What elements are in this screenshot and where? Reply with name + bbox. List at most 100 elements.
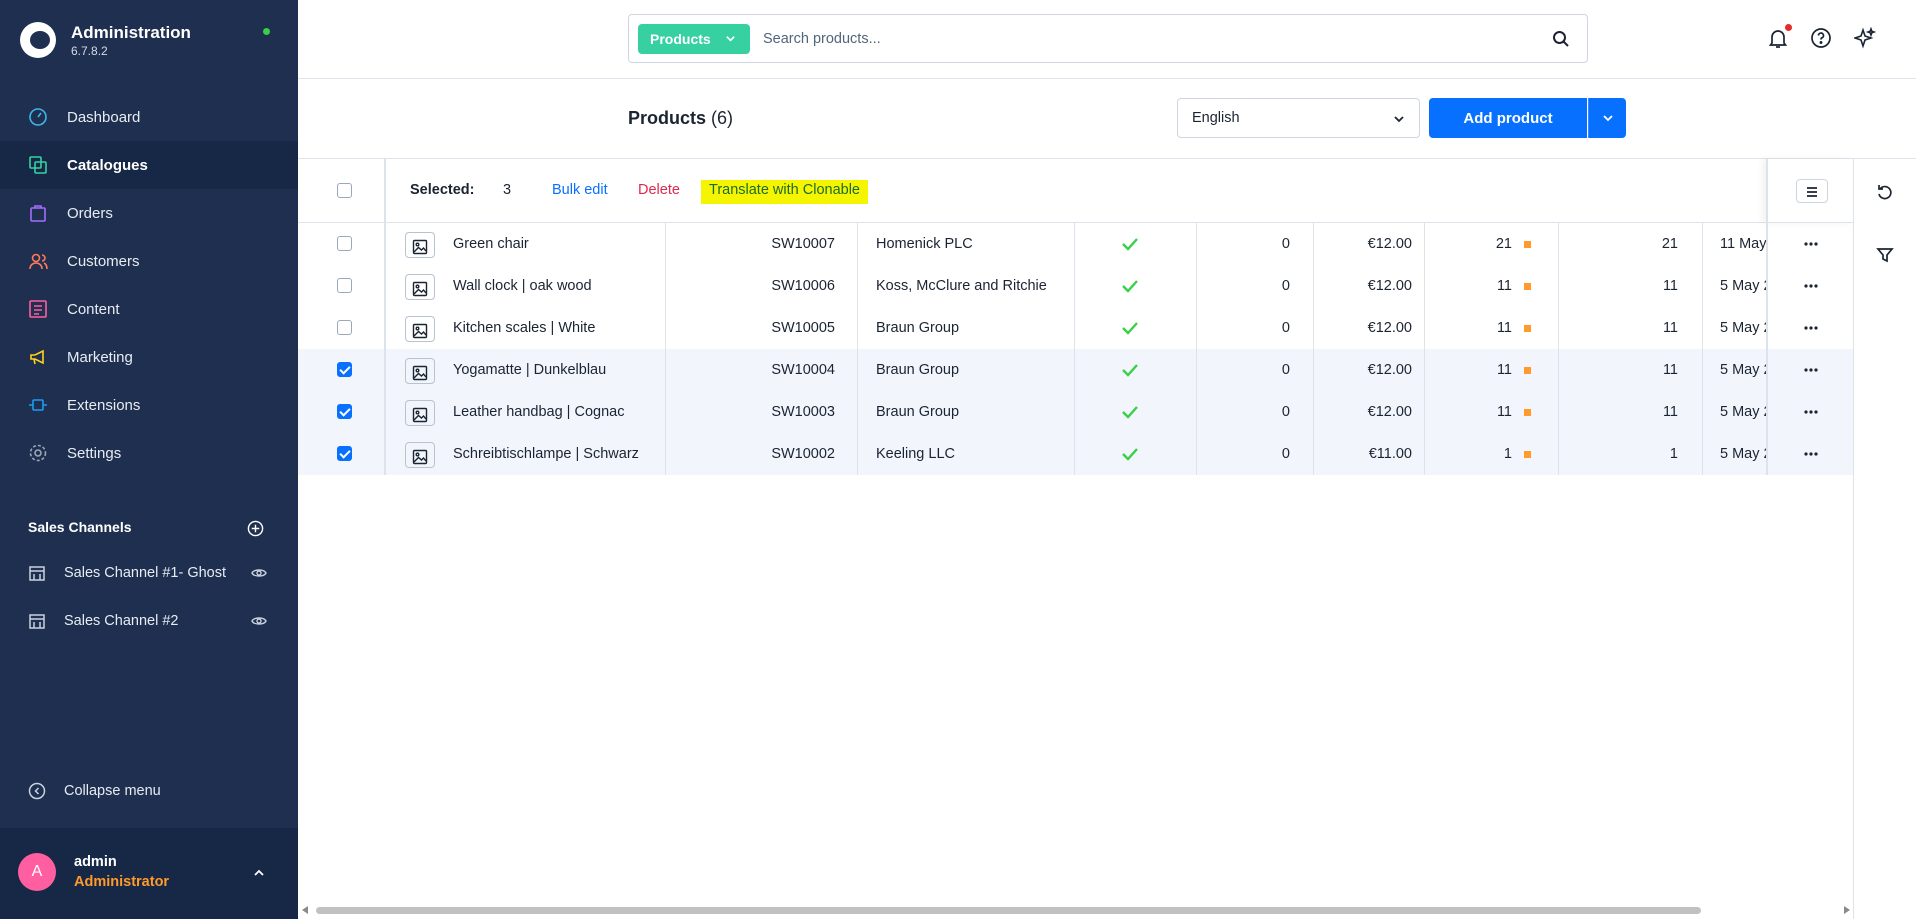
table-row[interactable]: Green chair SW10007 Homenick PLC 0 €12.00 21 2…: [298, 223, 1853, 265]
search-input[interactable]: [763, 24, 1523, 54]
row-select-cell: [298, 391, 386, 433]
scroll-right-arrow[interactable]: [1844, 906, 1850, 914]
product-name[interactable]: Schreibtischlampe | Schwarz: [453, 433, 653, 475]
available-stock-value: 11: [1496, 320, 1512, 336]
stock: 1: [1669, 446, 1678, 462]
image-icon: [412, 365, 428, 380]
nav-item-orders[interactable]: Orders: [0, 189, 298, 237]
table-row[interactable]: Wall clock | oak wood SW10006 Koss, McClur…: [298, 265, 1853, 307]
horizontal-scrollbar[interactable]: [302, 903, 1850, 917]
search-module-label: Products: [650, 31, 711, 47]
row-checkbox[interactable]: [337, 362, 352, 377]
row-select-cell: [298, 223, 386, 265]
row-checkbox[interactable]: [337, 446, 352, 461]
nav-item-extensions[interactable]: Extensions: [0, 381, 298, 429]
table-row[interactable]: Yogamatte | Dunkelblau SW10004 Braun Group…: [298, 349, 1853, 391]
row-checkbox[interactable]: [337, 320, 352, 335]
sidebar: Administration 6.7.8.2 Dashboard Catalog…: [0, 0, 298, 919]
manufacturer: Braun Group: [876, 362, 960, 378]
search-module-selector[interactable]: Products: [638, 24, 750, 54]
release-date: 11 May 2: [1720, 236, 1766, 252]
nav-item-dashboard[interactable]: Dashboard: [0, 93, 298, 141]
sales-channel-item[interactable]: Sales Channel #2: [0, 597, 298, 645]
eye-icon[interactable]: [251, 565, 267, 581]
refresh-icon[interactable]: [1876, 183, 1894, 201]
row-checkbox[interactable]: [337, 236, 352, 251]
help-icon[interactable]: [1810, 27, 1832, 49]
available-stock-value: 11: [1496, 362, 1512, 378]
add-product-button[interactable]: Add product: [1429, 98, 1587, 138]
selected-label: Selected:: [410, 182, 475, 198]
available-stock-value: 11: [1496, 278, 1512, 294]
product-name[interactable]: Leather handbag | Cognac: [453, 391, 653, 433]
add-sales-channel-icon[interactable]: [247, 520, 264, 537]
active-status: [1068, 265, 1192, 307]
table-row[interactable]: Schreibtischlampe | Schwarz SW10002 Keelin…: [298, 433, 1853, 475]
nav-item-catalogues[interactable]: Catalogues: [0, 141, 298, 189]
product-image-placeholder: [405, 442, 435, 468]
nav-item-customers[interactable]: Customers: [0, 237, 298, 285]
column-divider: [857, 391, 858, 433]
product-image-placeholder: [405, 358, 435, 384]
product-name[interactable]: Kitchen scales | White: [453, 307, 653, 349]
nav-item-settings[interactable]: Settings: [0, 429, 298, 477]
brand-header: Administration 6.7.8.2: [0, 0, 298, 80]
translate-with-clonable-link[interactable]: Translate with Clonable: [701, 180, 868, 204]
manufacturer: Keeling LLC: [876, 446, 955, 462]
product-number: SW10004: [771, 362, 835, 378]
row-actions-cell: [1766, 391, 1853, 433]
dashboard-icon: [28, 107, 48, 127]
more-actions-icon[interactable]: [1804, 367, 1818, 373]
scroll-left-arrow[interactable]: [302, 906, 308, 914]
add-product-dropdown-button[interactable]: [1588, 98, 1626, 138]
table-row[interactable]: Leather handbag | Cognac SW10003 Braun Gro…: [298, 391, 1853, 433]
language-select[interactable]: English: [1177, 98, 1420, 138]
more-actions-icon[interactable]: [1804, 241, 1818, 247]
sparkle-icon[interactable]: [1854, 27, 1876, 49]
select-all-checkbox[interactable]: [337, 183, 352, 198]
user-name: admin: [74, 854, 117, 870]
stock: 21: [1661, 236, 1678, 252]
available-stock: 1: [1424, 433, 1531, 475]
grid-settings-cell: [1766, 159, 1853, 223]
sales-channel-label: Sales Channel #1- Ghost: [64, 565, 227, 581]
product-name[interactable]: Wall clock | oak wood: [453, 265, 653, 307]
more-actions-icon[interactable]: [1804, 409, 1818, 415]
filter-icon[interactable]: [1876, 246, 1894, 264]
row-actions-cell: [1766, 433, 1853, 475]
settings-icon: [28, 443, 48, 463]
more-actions-icon[interactable]: [1804, 283, 1818, 289]
nav-item-content[interactable]: Content: [0, 285, 298, 333]
table-row[interactable]: Kitchen scales | White SW10005 Braun Group…: [298, 307, 1853, 349]
nav-item-marketing[interactable]: Marketing: [0, 333, 298, 381]
checkmark-icon: [1122, 238, 1138, 251]
sales-channel-item[interactable]: Sales Channel #1- Ghost: [0, 549, 298, 597]
scrollbar-thumb[interactable]: [316, 907, 1701, 914]
more-actions-icon[interactable]: [1804, 325, 1818, 331]
chevron-up-icon[interactable]: [252, 866, 266, 880]
reserved-stock: 0: [1281, 404, 1290, 420]
checkmark-icon: [1122, 280, 1138, 293]
nav-label: Content: [67, 300, 120, 318]
nav-label: Settings: [67, 444, 122, 462]
column-divider: [857, 223, 858, 265]
select-all-cell: [298, 159, 386, 223]
row-checkbox[interactable]: [337, 278, 352, 293]
search-icon[interactable]: [1552, 30, 1570, 48]
grid-settings-button[interactable]: [1796, 179, 1828, 203]
bulk-edit-link[interactable]: Bulk edit: [552, 182, 608, 198]
collapse-menu-button[interactable]: Collapse menu: [28, 782, 161, 800]
column-divider: [1702, 349, 1703, 391]
eye-icon[interactable]: [251, 613, 267, 629]
reserved-stock: 0: [1281, 362, 1290, 378]
product-name[interactable]: Yogamatte | Dunkelblau: [453, 349, 653, 391]
user-menu[interactable]: A admin Administrator: [0, 828, 298, 919]
image-icon: [412, 239, 428, 254]
product-name[interactable]: Green chair: [453, 223, 653, 265]
more-actions-icon[interactable]: [1804, 451, 1818, 457]
nav-label: Customers: [67, 252, 140, 270]
product-number: SW10003: [771, 404, 835, 420]
column-divider: [1702, 307, 1703, 349]
row-checkbox[interactable]: [337, 404, 352, 419]
bulk-delete-link[interactable]: Delete: [638, 182, 680, 198]
